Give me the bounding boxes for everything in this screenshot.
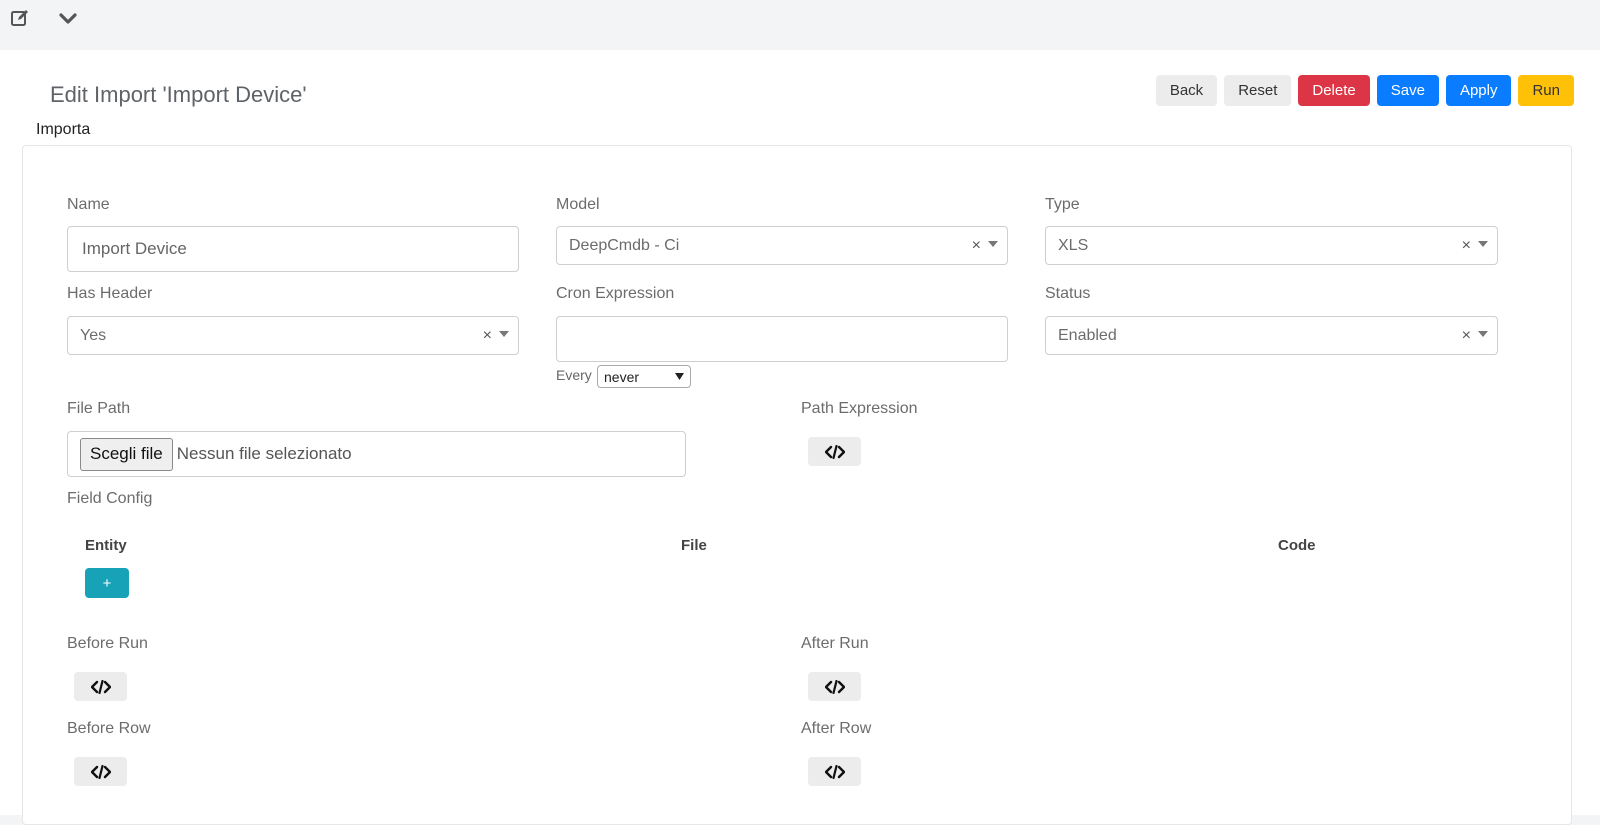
choose-file-button[interactable]: Scegli file	[80, 437, 173, 471]
after-run-code-button[interactable]	[808, 672, 861, 701]
apply-button[interactable]: Apply	[1445, 75, 1512, 106]
delete-button[interactable]: Delete	[1298, 75, 1370, 106]
every-select[interactable]: never	[597, 365, 691, 388]
cron-label: Cron Expression	[556, 285, 675, 302]
model-caret-icon	[988, 240, 998, 247]
code-icon	[90, 764, 111, 779]
code-icon	[824, 679, 845, 694]
before-run-label: Before Run	[67, 635, 148, 652]
before-run-code-button[interactable]	[74, 672, 127, 701]
model-select[interactable]: DeepCmdb - Ci ×	[556, 226, 1008, 265]
status-caret-icon	[1478, 330, 1488, 337]
form-card: Name Model DeepCmdb - Ci × Type XLS × Ha…	[22, 145, 1572, 825]
model-label: Model	[556, 196, 600, 213]
add-field-button[interactable]: +	[85, 568, 129, 598]
type-select[interactable]: XLS ×	[1045, 226, 1498, 265]
every-label: Every	[556, 367, 592, 383]
every-caret-icon	[675, 373, 684, 380]
no-file-text: Nessun file selezionato	[176, 444, 352, 463]
before-row-code-button[interactable]	[74, 757, 127, 786]
column-header-code: Code	[1278, 537, 1316, 554]
edit-icon[interactable]	[8, 6, 32, 30]
after-row-label: After Row	[801, 720, 872, 737]
file-path-input[interactable]: Scegli file Nessun file selezionato	[67, 431, 686, 477]
reset-button[interactable]: Reset	[1224, 75, 1292, 106]
has-header-select[interactable]: Yes ×	[67, 316, 519, 355]
code-icon	[824, 444, 845, 459]
path-expression-label: Path Expression	[801, 400, 918, 417]
type-caret-icon	[1478, 240, 1488, 247]
top-bar	[0, 0, 1600, 48]
field-config-label: Field Config	[67, 490, 153, 507]
type-value: XLS	[1058, 236, 1089, 254]
status-select[interactable]: Enabled ×	[1045, 316, 1498, 355]
before-row-label: Before Row	[67, 720, 151, 737]
code-icon	[824, 764, 845, 779]
name-input[interactable]	[67, 226, 519, 272]
name-label: Name	[67, 196, 110, 213]
chevron-down-icon[interactable]	[56, 6, 80, 30]
run-button[interactable]: Run	[1518, 75, 1574, 106]
toolbar: Back Reset Delete Save Apply Run	[1155, 75, 1574, 106]
code-icon	[90, 679, 111, 694]
type-label: Type	[1045, 196, 1080, 213]
model-value: DeepCmdb - Ci	[569, 236, 680, 254]
save-button[interactable]: Save	[1376, 75, 1439, 106]
file-path-label: File Path	[67, 400, 131, 417]
column-header-file: File	[681, 537, 707, 554]
status-label: Status	[1045, 285, 1091, 302]
has-header-caret-icon	[499, 330, 509, 337]
every-value: never	[604, 368, 640, 385]
status-value: Enabled	[1058, 326, 1117, 344]
type-clear-icon[interactable]: ×	[1462, 237, 1471, 255]
after-row-code-button[interactable]	[808, 757, 861, 786]
status-clear-icon[interactable]: ×	[1462, 327, 1471, 345]
has-header-clear-icon[interactable]: ×	[483, 327, 492, 345]
back-button[interactable]: Back	[1155, 75, 1218, 106]
main-panel: Edit Import 'Import Device' Back Reset D…	[0, 50, 1600, 825]
path-expression-code-button[interactable]	[808, 437, 861, 466]
cron-input[interactable]	[556, 316, 1008, 362]
has-header-value: Yes	[80, 326, 107, 344]
column-header-entity: Entity	[85, 537, 127, 554]
after-run-label: After Run	[801, 635, 869, 652]
section-label: Importa	[36, 121, 91, 138]
has-header-label: Has Header	[67, 285, 153, 302]
model-clear-icon[interactable]: ×	[972, 237, 981, 255]
page-title: Edit Import 'Import Device'	[50, 82, 307, 107]
